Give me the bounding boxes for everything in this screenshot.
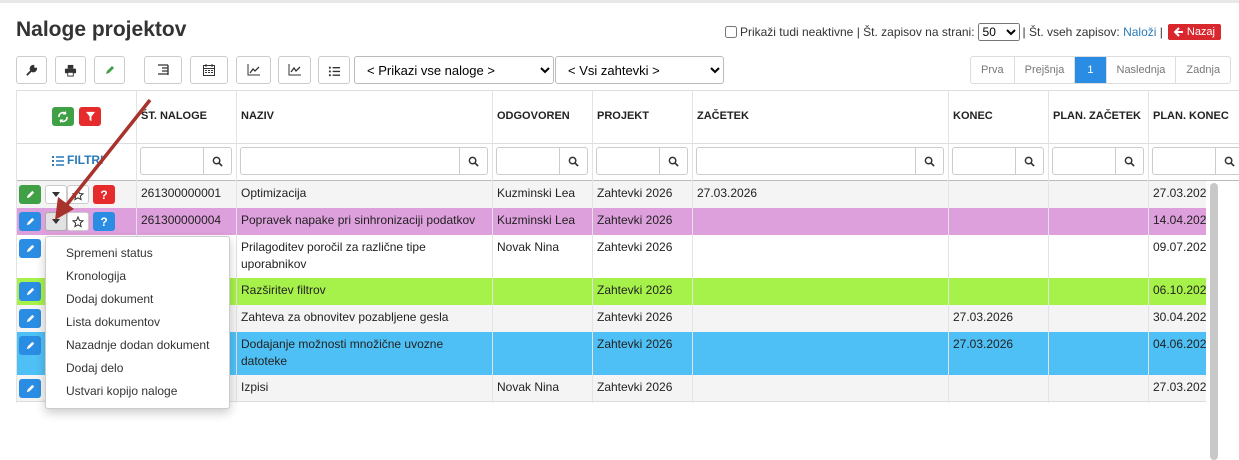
arrow-shaft [63,98,152,209]
annotation-arrow [55,98,152,220]
